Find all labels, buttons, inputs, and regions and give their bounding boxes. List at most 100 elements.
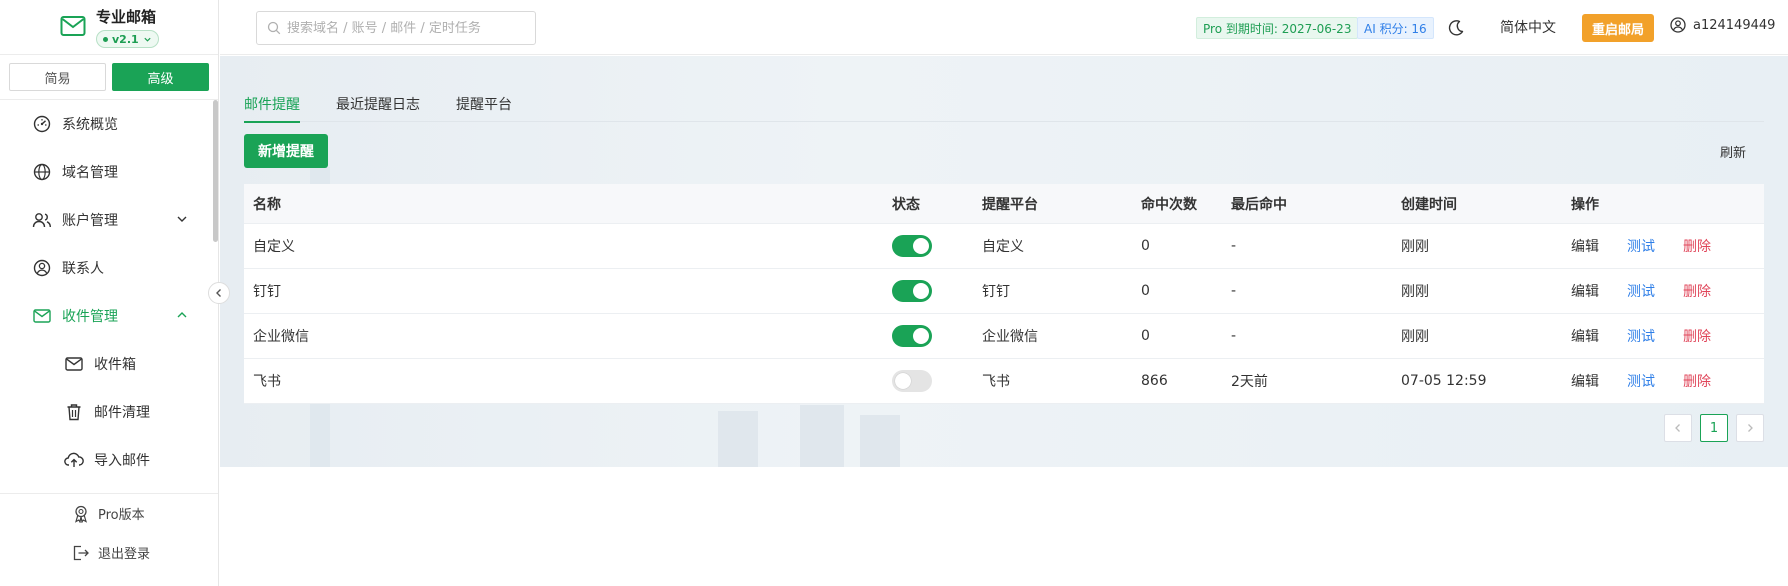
mode-switch: 简易 高级 [0, 55, 218, 100]
users-icon [32, 210, 52, 230]
delete-link[interactable]: 删除 [1683, 326, 1711, 346]
sidebar-item-contacts[interactable]: 联系人 [0, 244, 212, 292]
toggle-knob [895, 373, 911, 389]
edit-link[interactable]: 编辑 [1571, 236, 1599, 256]
row-actions: 编辑 测试 删除 [1562, 281, 1764, 301]
sidebar-item-overview[interactable]: 系统概览 [0, 100, 212, 148]
brand-title: 专业邮箱 [96, 8, 157, 26]
row-actions: 编辑 测试 删除 [1562, 236, 1764, 256]
version-label: v2.1 [112, 32, 139, 46]
brand: 专业邮箱 v2.1 [0, 0, 218, 55]
alert-created: 07-05 12:59 [1401, 373, 1487, 389]
language-selector[interactable]: 简体中文 [1500, 17, 1556, 37]
edit-link[interactable]: 编辑 [1571, 371, 1599, 391]
background-building [800, 405, 844, 467]
alert-last-hit: - [1231, 328, 1237, 344]
reboot-mail-button[interactable]: 重启邮局 [1582, 14, 1655, 42]
column-header-name: 名称 [253, 196, 281, 213]
dark-mode-toggle-icon[interactable] [1446, 18, 1466, 38]
row-actions: 编辑 测试 删除 [1562, 371, 1764, 391]
user-avatar-icon [1670, 17, 1686, 33]
sidebar-item-receive[interactable]: 收件管理 [0, 292, 212, 340]
column-header-platform: 提醒平台 [982, 196, 1038, 213]
status-dot-icon [103, 36, 108, 42]
chevron-right-icon [1748, 424, 1753, 432]
alert-platform: 飞书 [982, 374, 1010, 390]
chevron-down-icon [177, 216, 187, 222]
alert-name: 钉钉 [253, 284, 281, 300]
alert-created: 刚刚 [1401, 284, 1429, 300]
alert-created: 刚刚 [1401, 329, 1429, 345]
next-page-button[interactable] [1736, 414, 1764, 442]
sidebar-item-label: 收件箱 [94, 357, 136, 373]
sidebar-menu: 系统概览 域名管理 账户管理 联系人 收件管理 收件箱 邮件清理 导入邮件 [0, 100, 212, 484]
alert-platform: 钉钉 [982, 284, 1010, 300]
status-toggle[interactable] [892, 370, 932, 392]
main-content: 邮件提醒 最近提醒日志 提醒平台 新增提醒 刷新 名称 状态 提醒平台 命中次数… [220, 56, 1788, 467]
sidebar-item-import[interactable]: 导入邮件 [0, 436, 212, 484]
status-toggle[interactable] [892, 235, 932, 257]
test-link[interactable]: 测试 [1627, 281, 1655, 301]
logout-label: 退出登录 [98, 547, 151, 562]
sidebar: 专业邮箱 v2.1 简易 高级 系统概览 域名管理 账户管理 联系人 收件管理 … [0, 0, 219, 586]
search-input[interactable] [287, 20, 527, 36]
award-icon [72, 505, 90, 523]
test-link[interactable]: 测试 [1627, 326, 1655, 346]
delete-link[interactable]: 删除 [1683, 236, 1711, 256]
pro-version-link[interactable]: Pro版本 [0, 494, 218, 533]
status-toggle[interactable] [892, 280, 932, 302]
chevron-down-icon [144, 37, 151, 42]
alert-hits: 0 [1141, 238, 1150, 254]
tab-bar: 邮件提醒 最近提醒日志 提醒平台 [244, 86, 1764, 123]
chevron-left-icon [216, 289, 221, 297]
sidebar-item-domains[interactable]: 域名管理 [0, 148, 212, 196]
sidebar-collapse-button[interactable] [208, 282, 230, 304]
alert-last-hit: 2天前 [1231, 374, 1268, 390]
toggle-knob [913, 283, 929, 299]
column-header-hits: 命中次数 [1141, 196, 1197, 213]
background-building [718, 411, 758, 467]
advanced-mode-button[interactable]: 高级 [112, 63, 209, 91]
refresh-button[interactable]: 刷新 [1710, 136, 1756, 166]
alert-hits: 0 [1141, 328, 1150, 344]
sidebar-item-label: 域名管理 [62, 165, 118, 181]
column-header-created: 创建时间 [1401, 196, 1457, 213]
trash-icon [64, 402, 84, 422]
alert-created: 刚刚 [1401, 239, 1429, 255]
page-number-button[interactable]: 1 [1700, 414, 1728, 442]
tab-mail-alerts[interactable]: 邮件提醒 [244, 86, 300, 123]
edit-link[interactable]: 编辑 [1571, 281, 1599, 301]
sidebar-item-label: 系统概览 [62, 117, 118, 133]
add-alert-button[interactable]: 新增提醒 [244, 134, 328, 168]
simple-mode-button[interactable]: 简易 [9, 63, 106, 91]
test-link[interactable]: 测试 [1627, 371, 1655, 391]
test-link[interactable]: 测试 [1627, 236, 1655, 256]
alert-platform: 企业微信 [982, 329, 1038, 345]
edit-link[interactable]: 编辑 [1571, 326, 1599, 346]
alert-last-hit: - [1231, 238, 1237, 254]
ai-credits-badge: AI 积分: 16 [1357, 17, 1434, 39]
column-header-actions: 操作 [1571, 196, 1599, 213]
prev-page-button[interactable] [1664, 414, 1692, 442]
toggle-knob [913, 328, 929, 344]
sidebar-item-cleanup[interactable]: 邮件清理 [0, 388, 212, 436]
app-root: 专业邮箱 v2.1 简易 高级 系统概览 域名管理 账户管理 联系人 收件管理 … [0, 0, 1788, 586]
status-toggle[interactable] [892, 325, 932, 347]
delete-link[interactable]: 删除 [1683, 281, 1711, 301]
table-row: 钉钉 钉钉 0 - 刚刚 编辑 测试 删除 [244, 269, 1764, 314]
sidebar-item-inbox[interactable]: 收件箱 [0, 340, 212, 388]
global-search[interactable] [256, 11, 536, 45]
dashboard-icon [32, 114, 52, 134]
tab-alert-platforms[interactable]: 提醒平台 [456, 86, 512, 122]
search-icon [267, 21, 281, 35]
delete-link[interactable]: 删除 [1683, 371, 1711, 391]
user-menu[interactable]: a124149449 [1670, 17, 1775, 33]
sidebar-scrollbar[interactable] [213, 100, 218, 242]
username: a124149449 [1693, 17, 1776, 33]
logout-button[interactable]: 退出登录 [0, 533, 218, 572]
tab-recent-logs[interactable]: 最近提醒日志 [336, 86, 420, 122]
toggle-knob [913, 238, 929, 254]
sidebar-item-accounts[interactable]: 账户管理 [0, 196, 212, 244]
version-badge[interactable]: v2.1 [96, 30, 159, 48]
row-actions: 编辑 测试 删除 [1562, 326, 1764, 346]
